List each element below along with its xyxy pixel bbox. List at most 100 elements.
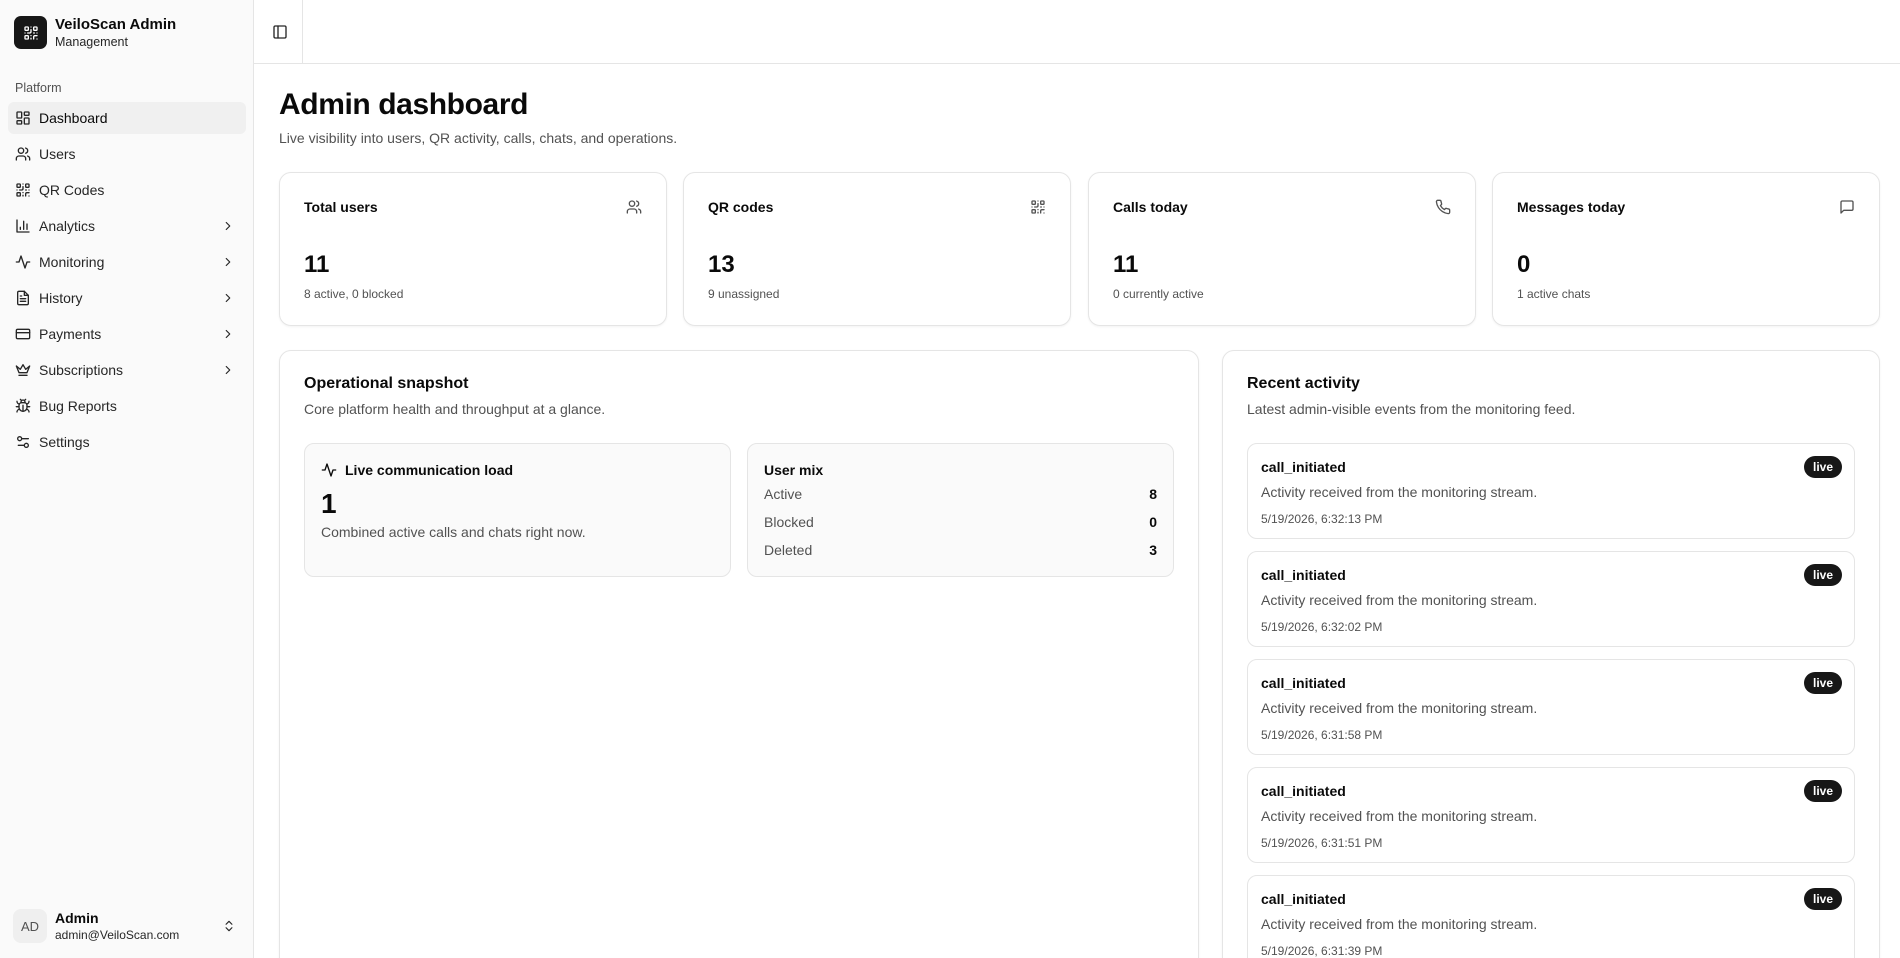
stat-title: QR codes [708, 199, 774, 215]
qr-code-icon [1030, 199, 1046, 215]
activity-description: Activity received from the monitoring st… [1261, 484, 1538, 500]
activity-type: call_initiated [1261, 459, 1346, 475]
sidebar-item-dashboard[interactable]: Dashboard [8, 102, 246, 134]
nav-group-label: Platform [15, 81, 62, 95]
user-mix-title: User mix [764, 462, 824, 478]
sidebar-item-label: Bug Reports [39, 398, 117, 414]
activity-time: 5/19/2026, 6:31:58 PM [1261, 728, 1383, 742]
user-mix-row: Deleted 3 [764, 542, 1157, 558]
activity-item[interactable]: call_initiated Activity received from th… [1247, 443, 1855, 539]
panel-title: Operational snapshot [304, 375, 469, 392]
stat-value: 0 [1517, 251, 1531, 278]
message-square-icon [1839, 199, 1855, 215]
topbar-divider [302, 0, 303, 64]
sidebar-nav: Dashboard Users QR Codes Analytics Monit… [8, 102, 246, 462]
sidebar-item-users[interactable]: Users [8, 138, 246, 170]
sidebar-item-analytics[interactable]: Analytics [8, 210, 246, 242]
sidebar: VeiloScan Admin Management Platform Dash… [0, 0, 254, 958]
chevrons-up-down-icon [221, 918, 237, 934]
phone-icon [1435, 199, 1451, 215]
live-load-value: 1 [321, 488, 337, 519]
activity-time: 5/19/2026, 6:32:02 PM [1261, 620, 1383, 634]
user-mix-value: 8 [1149, 486, 1157, 502]
live-badge: live [1803, 672, 1842, 694]
sidebar-item-history[interactable]: History [8, 282, 246, 314]
users-icon [15, 146, 31, 162]
sidebar-item-label: Settings [39, 434, 90, 450]
topbar [254, 0, 1900, 64]
user-mix-label: Blocked [764, 514, 814, 530]
panel-left-icon [273, 25, 287, 39]
layout-dashboard-icon [15, 110, 31, 126]
crown-icon [15, 362, 31, 378]
activity-item[interactable]: call_initiated Activity received from th… [1247, 875, 1855, 958]
sidebar-item-label: Payments [39, 326, 102, 342]
stat-note: 1 active chats [1517, 287, 1591, 301]
activity-description: Activity received from the monitoring st… [1261, 808, 1538, 824]
activity-type: call_initiated [1261, 891, 1346, 907]
sidebar-item-payments[interactable]: Payments [8, 318, 246, 350]
activity-item[interactable]: call_initiated Activity received from th… [1247, 551, 1855, 647]
brand[interactable]: VeiloScan Admin Management [14, 15, 176, 50]
page-title: Admin dashboard [279, 88, 529, 121]
brand-title: VeiloScan Admin [55, 16, 177, 33]
stat-note: 8 active, 0 blocked [304, 287, 404, 301]
live-load-title: Live communication load [345, 462, 514, 478]
activity-item[interactable]: call_initiated Activity received from th… [1247, 659, 1855, 755]
activity-description: Activity received from the monitoring st… [1261, 592, 1538, 608]
activity-time: 5/19/2026, 6:32:13 PM [1261, 512, 1383, 526]
activity-type: call_initiated [1261, 675, 1346, 691]
sidebar-item-subscriptions[interactable]: Subscriptions [8, 354, 246, 386]
stat-title: Total users [304, 199, 378, 215]
sidebar-toggle-button[interactable] [268, 20, 292, 44]
stat-card-messages-today: Messages today 0 1 active chats [1492, 172, 1880, 326]
bug-icon [15, 398, 31, 414]
activity-description: Activity received from the monitoring st… [1261, 916, 1538, 932]
recent-activity-panel: Recent activity Latest admin-visible eve… [1222, 350, 1880, 958]
activity-icon [321, 463, 337, 477]
bar-chart-icon [15, 218, 31, 234]
stat-card-qr-codes: QR codes 13 9 unassigned [683, 172, 1071, 326]
chevron-right-icon [220, 290, 236, 306]
activity-description: Activity received from the monitoring st… [1261, 700, 1538, 716]
qr-logo-icon [14, 16, 47, 49]
panel-title: Recent activity [1247, 375, 1360, 392]
chevron-right-icon [220, 254, 236, 270]
file-text-icon [15, 290, 31, 306]
stat-value: 11 [304, 251, 330, 278]
sidebar-item-settings[interactable]: Settings [8, 426, 246, 458]
user-name: Admin [55, 910, 99, 926]
live-badge: live [1803, 456, 1842, 478]
stat-title: Messages today [1517, 199, 1626, 215]
user-mix-value: 0 [1149, 514, 1157, 530]
sidebar-item-bug-reports[interactable]: Bug Reports [8, 390, 246, 422]
operational-snapshot-panel: Operational snapshot Core platform healt… [279, 350, 1199, 958]
sidebar-item-label: Dashboard [39, 110, 108, 126]
activity-item[interactable]: call_initiated Activity received from th… [1247, 767, 1855, 863]
brand-subtitle: Management [55, 35, 128, 49]
user-menu[interactable]: AD Admin admin@VeiloScan.com [13, 906, 241, 946]
qr-code-icon [15, 182, 31, 198]
user-mix-value: 3 [1149, 542, 1157, 558]
user-mix-row: Blocked 0 [764, 514, 1157, 530]
activity-time: 5/19/2026, 6:31:51 PM [1261, 836, 1383, 850]
users-icon [626, 199, 642, 215]
live-badge: live [1803, 564, 1842, 586]
activity-type: call_initiated [1261, 567, 1346, 583]
sidebar-item-label: Subscriptions [39, 362, 124, 378]
live-badge: live [1803, 780, 1842, 802]
user-mix-row: Active 8 [764, 486, 1157, 502]
user-email: admin@VeiloScan.com [55, 928, 180, 942]
sidebar-item-qr-codes[interactable]: QR Codes [8, 174, 246, 206]
activity-list: call_initiated Activity received from th… [1247, 443, 1855, 958]
sidebar-item-label: History [39, 290, 83, 306]
chevron-right-icon [220, 326, 236, 342]
sliders-icon [15, 434, 31, 450]
stat-note: 9 unassigned [708, 287, 780, 301]
panel-description: Core platform health and throughput at a… [304, 401, 606, 417]
stat-title: Calls today [1113, 199, 1188, 215]
sidebar-item-monitoring[interactable]: Monitoring [8, 246, 246, 278]
stat-card-calls-today: Calls today 11 0 currently active [1088, 172, 1476, 326]
avatar: AD [13, 909, 47, 943]
stat-note: 0 currently active [1113, 287, 1204, 301]
